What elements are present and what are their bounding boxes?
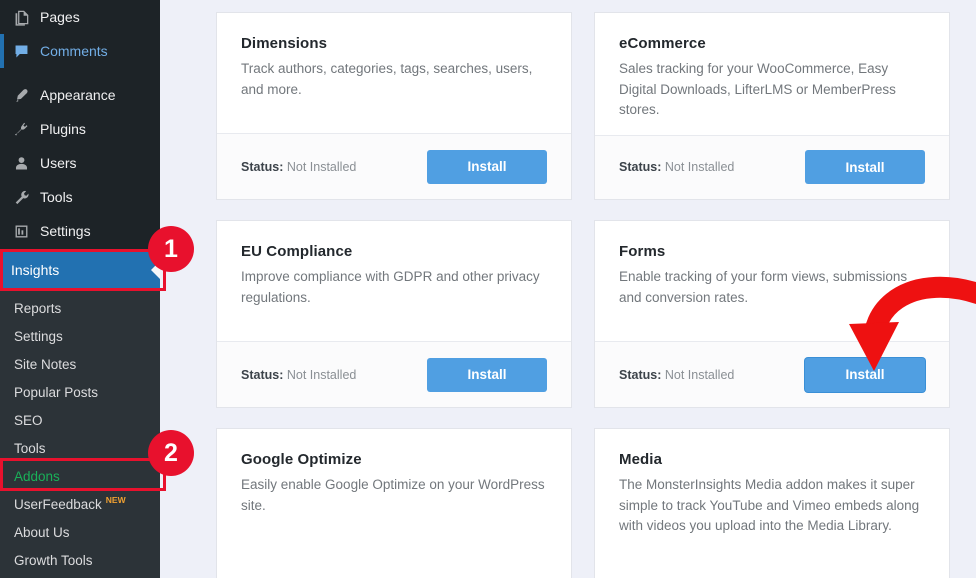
- addon-description: Enable tracking of your form views, subm…: [619, 269, 908, 305]
- addon-card-body: Dimensions Track authors, categories, tag…: [217, 13, 571, 133]
- sidebar-item-label: Users: [40, 155, 77, 171]
- sidebar-item-label: Tools: [40, 189, 73, 205]
- addon-title: EU Compliance: [241, 243, 353, 260]
- sidebar-subitem-label: SEO: [14, 412, 43, 428]
- addons-page: Dimensions Track authors, categories, tag…: [160, 0, 976, 578]
- addon-status-label: Status:: [241, 159, 284, 174]
- addon-card: Dimensions Track authors, categories, tag…: [216, 12, 572, 200]
- sidebar-item-label: Pages: [40, 9, 80, 25]
- sidebar-item-settings[interactable]: Settings: [0, 214, 160, 248]
- addon-install-button[interactable]: Install: [805, 150, 925, 185]
- sidebar-item-pages[interactable]: Pages: [0, 0, 160, 34]
- appearance-brush-icon: [11, 85, 31, 105]
- plugins-plug-icon: [11, 119, 31, 139]
- addon-status-label: Status:: [619, 367, 662, 382]
- addon-install-button[interactable]: Install: [427, 357, 547, 392]
- sidebar-item-label: Plugins: [40, 121, 86, 137]
- addon-card-body: Google Optimize Easily enable Google Opti…: [217, 429, 571, 578]
- sidebar-subitem-popular-posts[interactable]: Popular Posts: [0, 378, 160, 406]
- sidebar-subitem-settings[interactable]: Settings: [0, 322, 160, 350]
- addon-status-value: Not Installed: [286, 367, 357, 382]
- sidebar-subitem-label: Site Notes: [14, 356, 77, 372]
- addon-description: Improve compliance with GDPR and other p…: [241, 269, 540, 305]
- sidebar-subitem-label: Tools: [14, 440, 46, 456]
- sidebar-item-insights[interactable]: Insights: [0, 252, 160, 292]
- addon-status: Status: Not Installed: [241, 368, 356, 382]
- addon-title: Media: [619, 451, 663, 468]
- sidebar-subitem-label: Reports: [14, 300, 62, 316]
- addon-card-body: Media The MonsterInsights Media addon mak…: [595, 429, 949, 578]
- addon-card-footer: Status: Not Installed Install: [217, 341, 571, 407]
- sidebar-subitem-site-notes[interactable]: Site Notes: [0, 350, 160, 378]
- sidebar-subitem-userfeedback[interactable]: UserFeedback NEW: [0, 490, 160, 518]
- addon-card: Forms Enable tracking of your form views,…: [594, 220, 950, 408]
- addon-card: Media The MonsterInsights Media addon mak…: [594, 428, 950, 578]
- addon-description: Easily enable Google Optimize on your Wo…: [241, 477, 545, 513]
- users-icon: [11, 153, 31, 173]
- screen-root: Pages Comments Appearance Plugins Users …: [0, 0, 976, 578]
- sidebar-item-label: Insights: [11, 262, 60, 278]
- comments-icon: [11, 41, 31, 61]
- insights-submenu: Reports Settings Site Notes Popular Post…: [0, 288, 160, 578]
- addon-description: Sales tracking for your WooCommerce, Eas…: [619, 61, 896, 118]
- sidebar-subitem-label: UserFeedback: [14, 496, 102, 512]
- addon-status-label: Status:: [619, 160, 662, 175]
- addon-card-body: eCommerce Sales tracking for your WooComm…: [595, 13, 949, 135]
- settings-sliders-icon: [11, 221, 31, 241]
- addon-card-footer: Status: Not Installed Install: [217, 133, 571, 199]
- addon-card: Google Optimize Easily enable Google Opti…: [216, 428, 572, 578]
- pages-icon: [11, 7, 31, 27]
- addon-description: Track authors, categories, tags, searche…: [241, 61, 533, 97]
- tools-wrench-icon: [11, 187, 31, 207]
- addon-card-footer: Status: Not Installed Install: [595, 134, 949, 199]
- addon-title: Forms: [619, 243, 666, 260]
- sidebar-item-users[interactable]: Users: [0, 146, 160, 180]
- addon-status-value: Not Installed: [664, 367, 735, 382]
- addon-status-value: Not Installed: [664, 160, 735, 175]
- addon-status: Status: Not Installed: [619, 368, 734, 382]
- addon-install-button[interactable]: Install: [805, 357, 925, 392]
- sidebar-subitem-tools[interactable]: Tools: [0, 434, 160, 462]
- sidebar-subitem-label: Popular Posts: [14, 384, 99, 400]
- sidebar-subitem-label: Addons: [14, 468, 60, 484]
- addon-title: eCommerce: [619, 35, 706, 52]
- sidebar-item-plugins[interactable]: Plugins: [0, 112, 160, 146]
- sidebar-item-label: Appearance: [40, 87, 116, 103]
- addon-status: Status: Not Installed: [241, 160, 356, 174]
- sidebar-subitem-label: Settings: [14, 328, 63, 344]
- sidebar-subitem-label: Growth Tools: [14, 552, 93, 568]
- sidebar-item-tools[interactable]: Tools: [0, 180, 160, 214]
- sidebar-subitem-label: About Us: [14, 524, 70, 540]
- sidebar-subitem-reports[interactable]: Reports: [0, 294, 160, 322]
- sidebar-subitem-seo[interactable]: SEO: [0, 406, 160, 434]
- addon-card-footer: Status: Not Installed Install: [595, 341, 949, 407]
- addon-status-label: Status:: [241, 367, 284, 382]
- admin-sidebar: Pages Comments Appearance Plugins Users …: [0, 0, 160, 578]
- addon-card-body: Forms Enable tracking of your form views,…: [595, 221, 949, 341]
- addon-status-value: Not Installed: [286, 159, 357, 174]
- addon-description: The MonsterInsights Media addon makes it…: [619, 477, 920, 534]
- sidebar-item-label: Settings: [40, 223, 91, 239]
- sidebar-item-appearance[interactable]: Appearance: [0, 78, 160, 112]
- addon-card-body: EU Compliance Improve compliance with GDP…: [217, 221, 571, 341]
- addon-title: Google Optimize: [241, 451, 362, 468]
- addon-title: Dimensions: [241, 35, 328, 52]
- sidebar-subitem-about-us[interactable]: About Us: [0, 518, 160, 546]
- sidebar-subitem-addons[interactable]: Addons: [0, 462, 160, 490]
- sidebar-item-comments[interactable]: Comments: [0, 34, 160, 68]
- sidebar-divider: [0, 68, 160, 78]
- new-badge: NEW: [105, 495, 126, 505]
- step-badge-2: 2: [148, 430, 194, 476]
- addon-card: eCommerce Sales tracking for your WooComm…: [594, 12, 950, 200]
- addons-grid: Dimensions Track authors, categories, tag…: [216, 12, 960, 578]
- addon-install-button[interactable]: Install: [427, 149, 547, 184]
- sidebar-subitem-growth-tools[interactable]: Growth Tools: [0, 546, 160, 574]
- addon-card: EU Compliance Improve compliance with GDP…: [216, 220, 572, 408]
- sidebar-item-label: Comments: [40, 43, 108, 59]
- addon-status: Status: Not Installed: [619, 160, 734, 174]
- step-badge-1: 1: [148, 226, 194, 272]
